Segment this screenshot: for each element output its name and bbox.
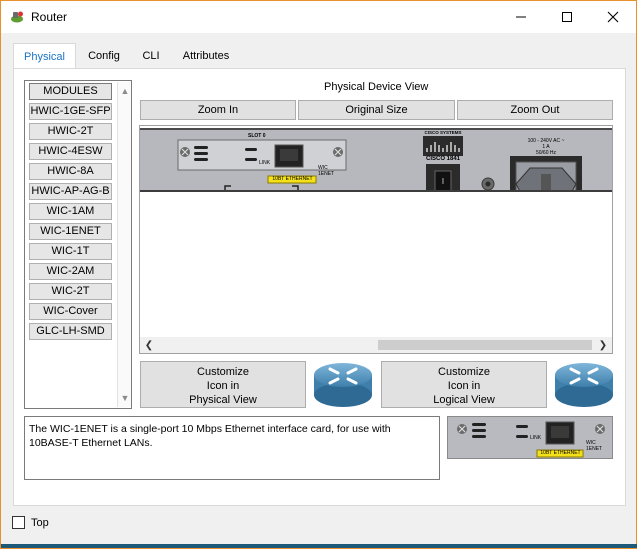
slot-label: SLOT 0	[248, 133, 266, 139]
power-spec-label: 100 - 240V AC ~ 1 A 50/60 Hz	[527, 138, 565, 156]
router-window: Router Physical Config CLI Attributes MO…	[0, 0, 637, 549]
thumbnail-port-label: 10BT ETHERNET	[540, 450, 581, 456]
screw-icon	[457, 424, 467, 434]
module-thumbnail: LINK WIC 1ENET 10BT ETHERNET	[447, 416, 613, 459]
device-view-canvas[interactable]: I SLOT 0 LINK WIC 1ENET 10BT ETHERNET CI…	[139, 125, 613, 354]
top-checkbox-label: Top	[31, 517, 49, 529]
module-item[interactable]: HWIC-1GE-SFP	[29, 103, 112, 120]
modules-list[interactable]: MODULES HWIC-1GE-SFP HWIC-2T HWIC-4ESW H…	[24, 80, 132, 409]
module-item[interactable]: HWIC-8A	[29, 163, 112, 180]
original-size-button[interactable]: Original Size	[298, 100, 455, 120]
close-button[interactable]	[590, 1, 636, 33]
physical-device-view-title: Physical Device View	[324, 81, 429, 93]
zoom-out-button[interactable]: Zoom Out	[457, 100, 613, 120]
minimize-icon	[516, 16, 526, 18]
module-item[interactable]: WIC-1ENET	[29, 223, 112, 240]
thumbnail-module-label: WIC 1ENET	[586, 440, 603, 452]
module-item[interactable]: WIC-1AM	[29, 203, 112, 220]
maximize-button[interactable]	[544, 1, 590, 33]
module-item[interactable]: WIC-2T	[29, 283, 112, 300]
customize-logical-view-button[interactable]: Customize Icon in Logical View	[381, 361, 547, 408]
cisco-model: CISCO 1841	[425, 156, 461, 162]
screw-icon	[180, 147, 190, 157]
screw-icon	[595, 424, 605, 434]
minimize-button[interactable]	[498, 1, 544, 33]
tab-cli[interactable]: CLI	[135, 43, 167, 69]
device-view-hscrollbar[interactable]: ❮ ❯	[140, 337, 612, 353]
tab-physical[interactable]: Physical	[13, 43, 76, 72]
scroll-right-icon[interactable]: ❯	[596, 338, 610, 352]
module-item[interactable]: WIC-2AM	[29, 263, 112, 280]
router-icon	[555, 363, 613, 407]
router-app-icon	[11, 11, 23, 23]
module-item[interactable]: HWIC-2T	[29, 123, 112, 140]
module-item[interactable]: WIC-1T	[29, 243, 112, 260]
customize-physical-view-button[interactable]: Customize Icon in Physical View	[140, 361, 306, 408]
router-icon	[314, 363, 372, 407]
screw-icon	[333, 147, 343, 157]
thumbnail-link-label: LINK	[530, 435, 542, 441]
taskbar-strip	[1, 544, 637, 548]
port-label: 10BT ETHERNET	[272, 176, 313, 182]
scroll-up-icon[interactable]: ▲	[118, 84, 132, 98]
module-item[interactable]: WIC-Cover	[29, 303, 112, 320]
scroll-left-icon[interactable]: ❮	[142, 338, 156, 352]
link-label: LINK	[259, 160, 271, 166]
window-title: Router	[31, 10, 68, 24]
module-description: The WIC-1ENET is a single-port 10 Mbps E…	[24, 416, 440, 480]
modules-scrollbar[interactable]: ▲ ▼	[117, 82, 131, 407]
module-name-label: WIC 1ENET	[318, 165, 335, 177]
cisco-brand: CISCO SYSTEMS	[424, 130, 462, 135]
close-icon	[607, 11, 619, 23]
tab-config[interactable]: Config	[79, 43, 129, 69]
top-checkbox[interactable]	[12, 516, 25, 529]
module-item[interactable]: HWIC-AP-AG-B	[29, 183, 112, 200]
title-bar: Router	[1, 1, 636, 33]
module-item[interactable]: HWIC-4ESW	[29, 143, 112, 160]
scroll-down-icon[interactable]: ▼	[118, 391, 132, 405]
zoom-in-button[interactable]: Zoom In	[140, 100, 296, 120]
maximize-icon	[562, 12, 572, 22]
modules-header: MODULES	[29, 83, 112, 100]
svg-text:I: I	[442, 177, 444, 186]
router-chassis: I SLOT 0 LINK WIC 1ENET 10BT ETHERNET CI…	[140, 128, 612, 192]
hscroll-thumb[interactable]	[378, 340, 592, 350]
tab-attributes[interactable]: Attributes	[173, 43, 239, 69]
module-item[interactable]: GLC-LH-SMD	[29, 323, 112, 340]
